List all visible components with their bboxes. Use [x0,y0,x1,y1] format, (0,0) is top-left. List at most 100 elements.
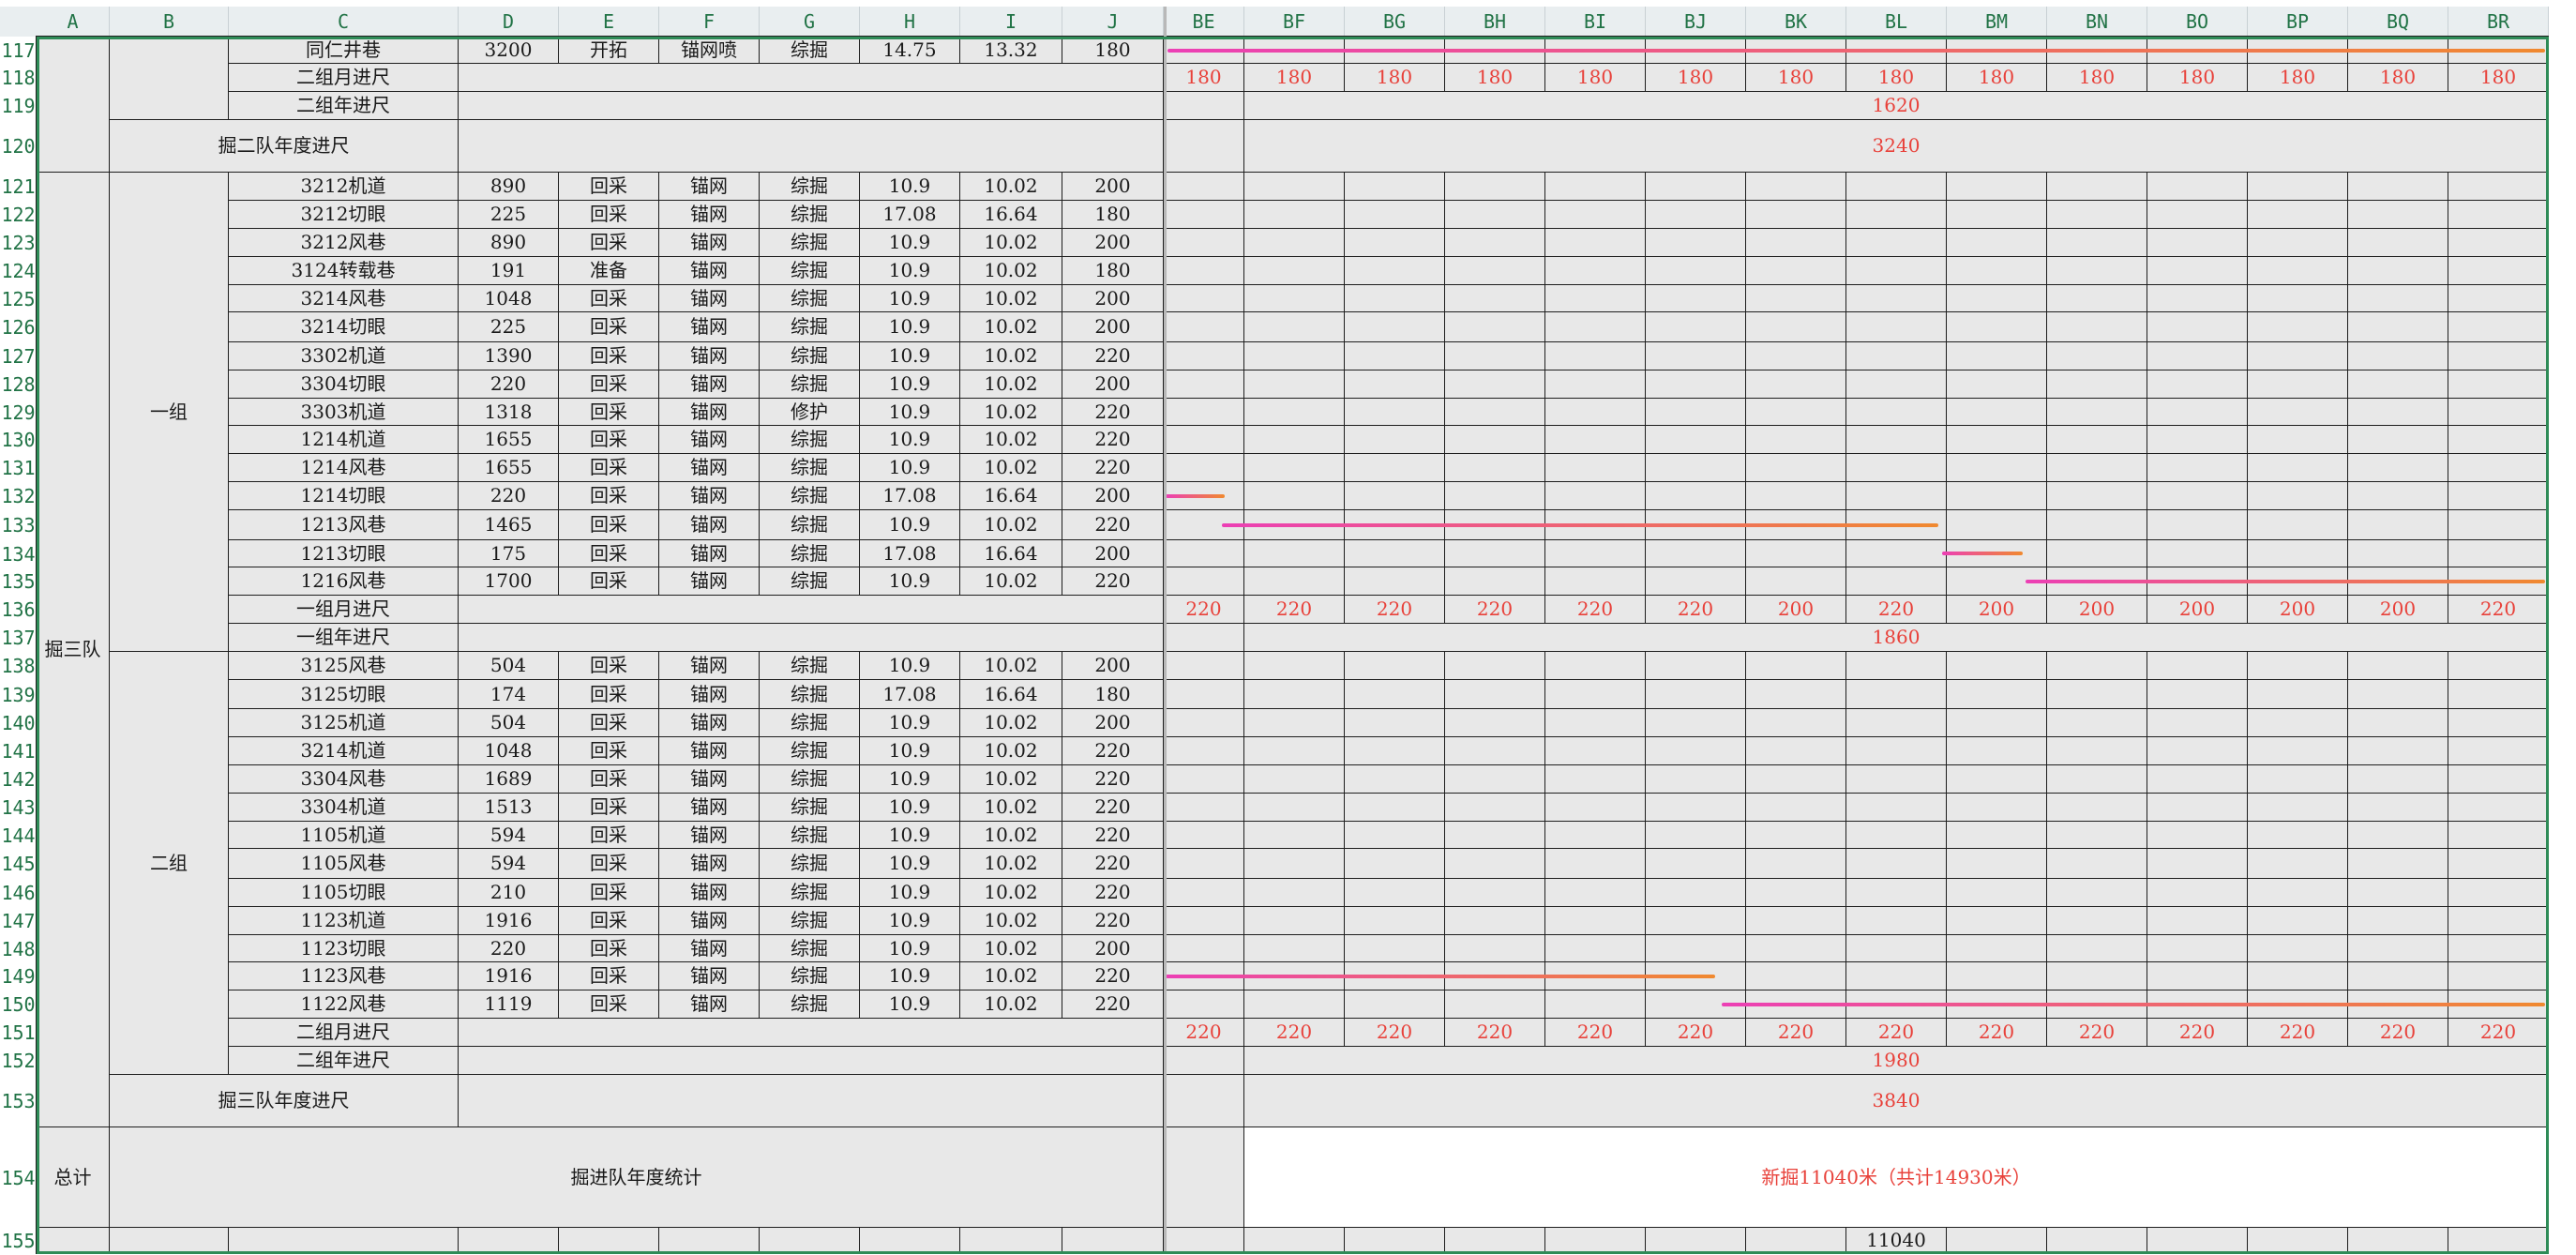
timeline-144-BI[interactable] [1544,821,1646,849]
timeline-127-BK[interactable] [1745,341,1846,370]
timeline-123-BM[interactable] [1946,228,2047,257]
timeline-149-BQ[interactable] [2347,961,2448,990]
timeline-122-BR[interactable] [2448,200,2549,229]
timeline-139-BK[interactable] [1745,679,1846,709]
timeline-145-BR[interactable] [2448,848,2549,879]
timeline-138-BL[interactable] [1845,651,1947,680]
row-152-blank[interactable] [458,1046,1164,1075]
timeline-138-BG[interactable] [1344,651,1445,680]
group1-row-127-support[interactable]: 锚网 [658,341,760,370]
timeline-139-BN[interactable] [2046,679,2147,709]
group2-row-150-length[interactable]: 1119 [458,990,559,1019]
timeline-144-BN[interactable] [2046,821,2147,849]
timeline-129-BI[interactable] [1544,398,1646,426]
group1-row-126-name[interactable]: 3214切眼 [228,311,459,342]
row-header-134[interactable]: 134 [0,540,37,567]
timeline-147-BN[interactable] [2046,906,2147,935]
timeline-122-BM[interactable] [1946,200,2047,229]
group1-row-125-j[interactable]: 200 [1062,284,1164,312]
group2-row-147-j[interactable]: 220 [1062,906,1164,935]
timeline-143-BQ[interactable] [2347,793,2448,822]
timeline-149-BM[interactable] [1946,961,2047,990]
timeline-127-BN[interactable] [2046,341,2147,370]
group1-row-132-h[interactable]: 17.08 [859,481,960,510]
group2-row-140-method[interactable]: 综掘 [759,708,860,737]
row-155-D[interactable] [458,1227,559,1254]
timeline-124-BH[interactable] [1444,256,1545,285]
row-117-i[interactable]: 13.32 [959,36,1062,64]
timeline-133-BO[interactable] [2147,509,2248,540]
timeline-146-BI[interactable] [1544,878,1646,907]
timeline-128-BF[interactable] [1243,370,1345,399]
group2-row-150-method[interactable]: 综掘 [759,990,860,1019]
column-header-E[interactable]: E [559,7,659,37]
timeline-135-BG[interactable] [1344,567,1445,596]
group2-row-139-support[interactable]: 锚网 [658,679,760,709]
group2-row-138-j[interactable]: 200 [1062,651,1164,680]
group2-row-146-support[interactable]: 锚网 [658,878,760,907]
group1-row-124-support[interactable]: 锚网 [658,256,760,285]
group2-row-149-i[interactable]: 10.02 [959,961,1062,990]
timeline-126-BG[interactable] [1344,311,1445,342]
group2-row-140-type[interactable]: 回采 [558,708,659,737]
group1-row-130-length[interactable]: 1655 [458,425,559,454]
timeline-134-BL[interactable] [1845,539,1947,567]
timeline-151-BP[interactable]: 220 [2247,1018,2348,1047]
timeline-152-be[interactable] [1163,1046,1244,1075]
group2-row-150-type[interactable]: 回采 [558,990,659,1019]
timeline-129-BG[interactable] [1344,398,1445,426]
timeline-136-BL[interactable]: 220 [1845,595,1947,624]
group1-row-124-j[interactable]: 180 [1062,256,1164,285]
timeline-138-BJ[interactable] [1645,651,1746,680]
timeline-138-BO[interactable] [2147,651,2248,680]
timeline-145-BI[interactable] [1544,848,1646,879]
timeline-149-BO[interactable] [2147,961,2248,990]
group2-row-146-i[interactable]: 10.02 [959,878,1062,907]
team3-annual-label[interactable]: 掘三队年度进尺 [109,1074,459,1127]
group2-row-140-support[interactable]: 锚网 [658,708,760,737]
group1-row-122-j[interactable]: 180 [1062,200,1164,229]
timeline-139-BR[interactable] [2448,679,2549,709]
timeline-127-BJ[interactable] [1645,341,1746,370]
timeline-118-BJ[interactable]: 180 [1645,63,1746,92]
row-header-133[interactable]: 133 [0,510,37,540]
timeline-127-BQ[interactable] [2347,341,2448,370]
timeline-131-BH[interactable] [1444,453,1545,482]
group1-row-126-support[interactable]: 锚网 [658,311,760,342]
group2-row-138-h[interactable]: 10.9 [859,651,960,680]
group2-row-150-support[interactable]: 锚网 [658,990,760,1019]
timeline-126-BI[interactable] [1544,311,1646,342]
timeline-151-BN[interactable]: 220 [2046,1018,2147,1047]
group2-row-146-j[interactable]: 220 [1062,878,1164,907]
row-header-132[interactable]: 132 [0,482,37,510]
group2-row-146-name[interactable]: 1105切眼 [228,878,459,907]
timeline-153-be[interactable] [1163,1074,1244,1127]
group2-label[interactable]: 二组 [109,651,229,1075]
timeline-146-BQ[interactable] [2347,878,2448,907]
timeline-151-BL[interactable]: 220 [1845,1018,1947,1047]
row-header-119[interactable]: 119 [0,92,37,120]
group1-row-123-i[interactable]: 10.02 [959,228,1062,257]
timeline-121-BG[interactable] [1344,172,1445,201]
row-136-blank[interactable] [458,595,1164,624]
column-header-C[interactable]: C [229,7,459,37]
timeline-142-BO[interactable] [2147,764,2248,794]
group2-row-148-j[interactable]: 200 [1062,934,1164,962]
column-header-BQ[interactable]: BQ [2348,7,2448,37]
column-header-BF[interactable]: BF [1244,7,1345,37]
group1-row-121-support[interactable]: 锚网 [658,172,760,201]
group1-row-128-support[interactable]: 锚网 [658,370,760,399]
group2-row-139-j[interactable]: 180 [1062,679,1164,709]
group2-row-140-h[interactable]: 10.9 [859,708,960,737]
timeline-124-BJ[interactable] [1645,256,1746,285]
timeline-121-BL[interactable] [1845,172,1947,201]
group1-row-128-i[interactable]: 10.02 [959,370,1062,399]
timeline-131-BQ[interactable] [2347,453,2448,482]
group2-row-142-i[interactable]: 10.02 [959,764,1062,794]
group1-row-129-h[interactable]: 10.9 [859,398,960,426]
timeline-139-BG[interactable] [1344,679,1445,709]
row-155-A[interactable] [36,1227,110,1254]
timeline-128-BN[interactable] [2046,370,2147,399]
group1-row-125-name[interactable]: 3214风巷 [228,284,459,312]
timeline-147-BL[interactable] [1845,906,1947,935]
